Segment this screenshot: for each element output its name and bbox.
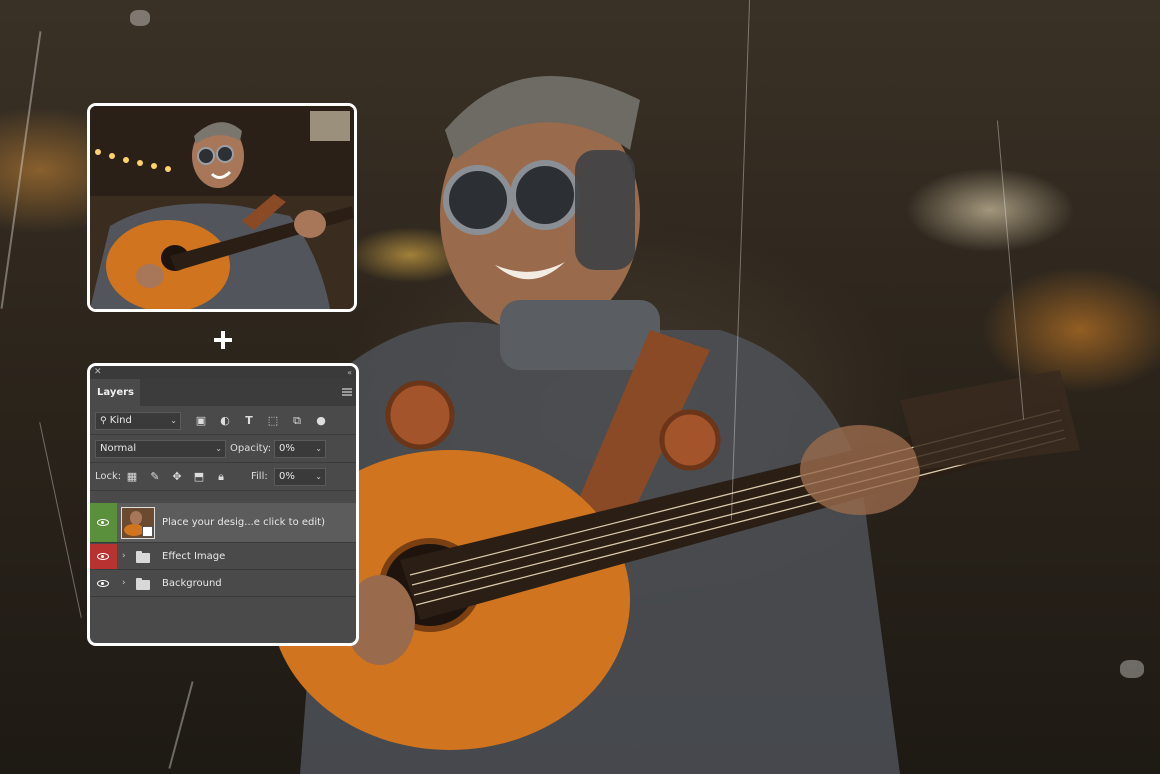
panel-tab-row: Layers [90,379,356,406]
thumbnail-image [90,106,354,309]
lock-artboard-icon[interactable]: ⬒ [192,470,206,484]
eye-icon [97,580,109,587]
lock-transparent-icon[interactable]: ▦ [125,470,139,484]
lock-label: Lock: [95,471,122,482]
folder-icon [136,578,150,590]
chevron-down-icon: ⌄ [170,416,177,425]
tab-layers[interactable]: Layers [90,379,140,406]
folder-icon [136,551,150,563]
visibility-toggle[interactable] [90,571,117,596]
fill-label: Fill: [251,471,268,482]
filter-kind-label: Kind [109,415,132,426]
opacity-value: 0% [279,443,295,454]
shape-filter-icon[interactable]: ⬚ [266,414,280,428]
chevron-down-icon: ⌄ [215,444,222,453]
preview-thumbnail [87,103,357,312]
smart-object-filter-icon[interactable]: ⧉ [290,414,304,428]
lock-all-icon[interactable]: 🔒︎ [214,470,228,484]
collapse-icon[interactable]: « [347,366,352,379]
close-icon[interactable]: ✕ [94,366,102,379]
eye-icon [97,553,109,560]
layer-name[interactable]: Background [162,578,222,589]
layer-name[interactable]: Effect Image [162,551,225,562]
blend-mode-select[interactable]: Normal ⌄ [95,440,226,458]
opacity-label: Opacity: [230,443,272,454]
adjustment-filter-icon[interactable]: ◐ [218,414,232,428]
search-icon: ⚲ [100,416,107,426]
expand-chevron-icon[interactable]: › [122,578,126,588]
expand-chevron-icon[interactable]: › [122,551,126,561]
chevron-down-icon: ⌄ [315,444,322,453]
panel-menu-icon[interactable] [342,388,352,396]
layers-panel: ✕ « Layers ⚲ Kind ⌄ ▣ ◐ T ⬚ ⧉ ● Normal ⌄… [87,363,359,646]
chevron-down-icon: ⌄ [315,472,322,481]
visibility-toggle[interactable] [90,544,117,569]
opacity-field[interactable]: 0% ⌄ [274,440,326,458]
type-filter-icon[interactable]: T [242,414,256,428]
fill-field[interactable]: 0% ⌄ [274,468,326,486]
lock-image-icon[interactable]: ✎ [148,470,162,484]
eye-icon [97,519,109,526]
layer-thumbnail [121,507,155,539]
filter-row: ⚲ Kind ⌄ ▣ ◐ T ⬚ ⧉ ● [90,407,356,435]
blend-row: Normal ⌄ Opacity: 0% ⌄ [90,435,356,463]
filter-toggle-icon[interactable]: ● [314,414,328,428]
fill-value: 0% [279,471,295,482]
visibility-toggle[interactable] [90,503,117,542]
layer-name[interactable]: Place your desig...e click to edit) [162,517,325,528]
panel-titlebar: ✕ « [90,366,356,379]
lock-position-icon[interactable]: ✥ [170,470,184,484]
lock-row: Lock: ▦ ✎ ✥ ⬒ 🔒︎ Fill: 0% ⌄ [90,463,356,491]
plus-icon [214,331,232,349]
filter-kind-select[interactable]: ⚲ Kind ⌄ [95,412,181,430]
layer-row-background[interactable]: › Background [90,571,356,597]
blend-mode-value: Normal [100,443,137,454]
layer-row-effect-image[interactable]: › Effect Image [90,544,356,570]
layer-row-smart-object[interactable]: Place your desig...e click to edit) [90,503,356,543]
image-filter-icon[interactable]: ▣ [194,414,208,428]
smart-object-badge-icon [142,526,153,537]
